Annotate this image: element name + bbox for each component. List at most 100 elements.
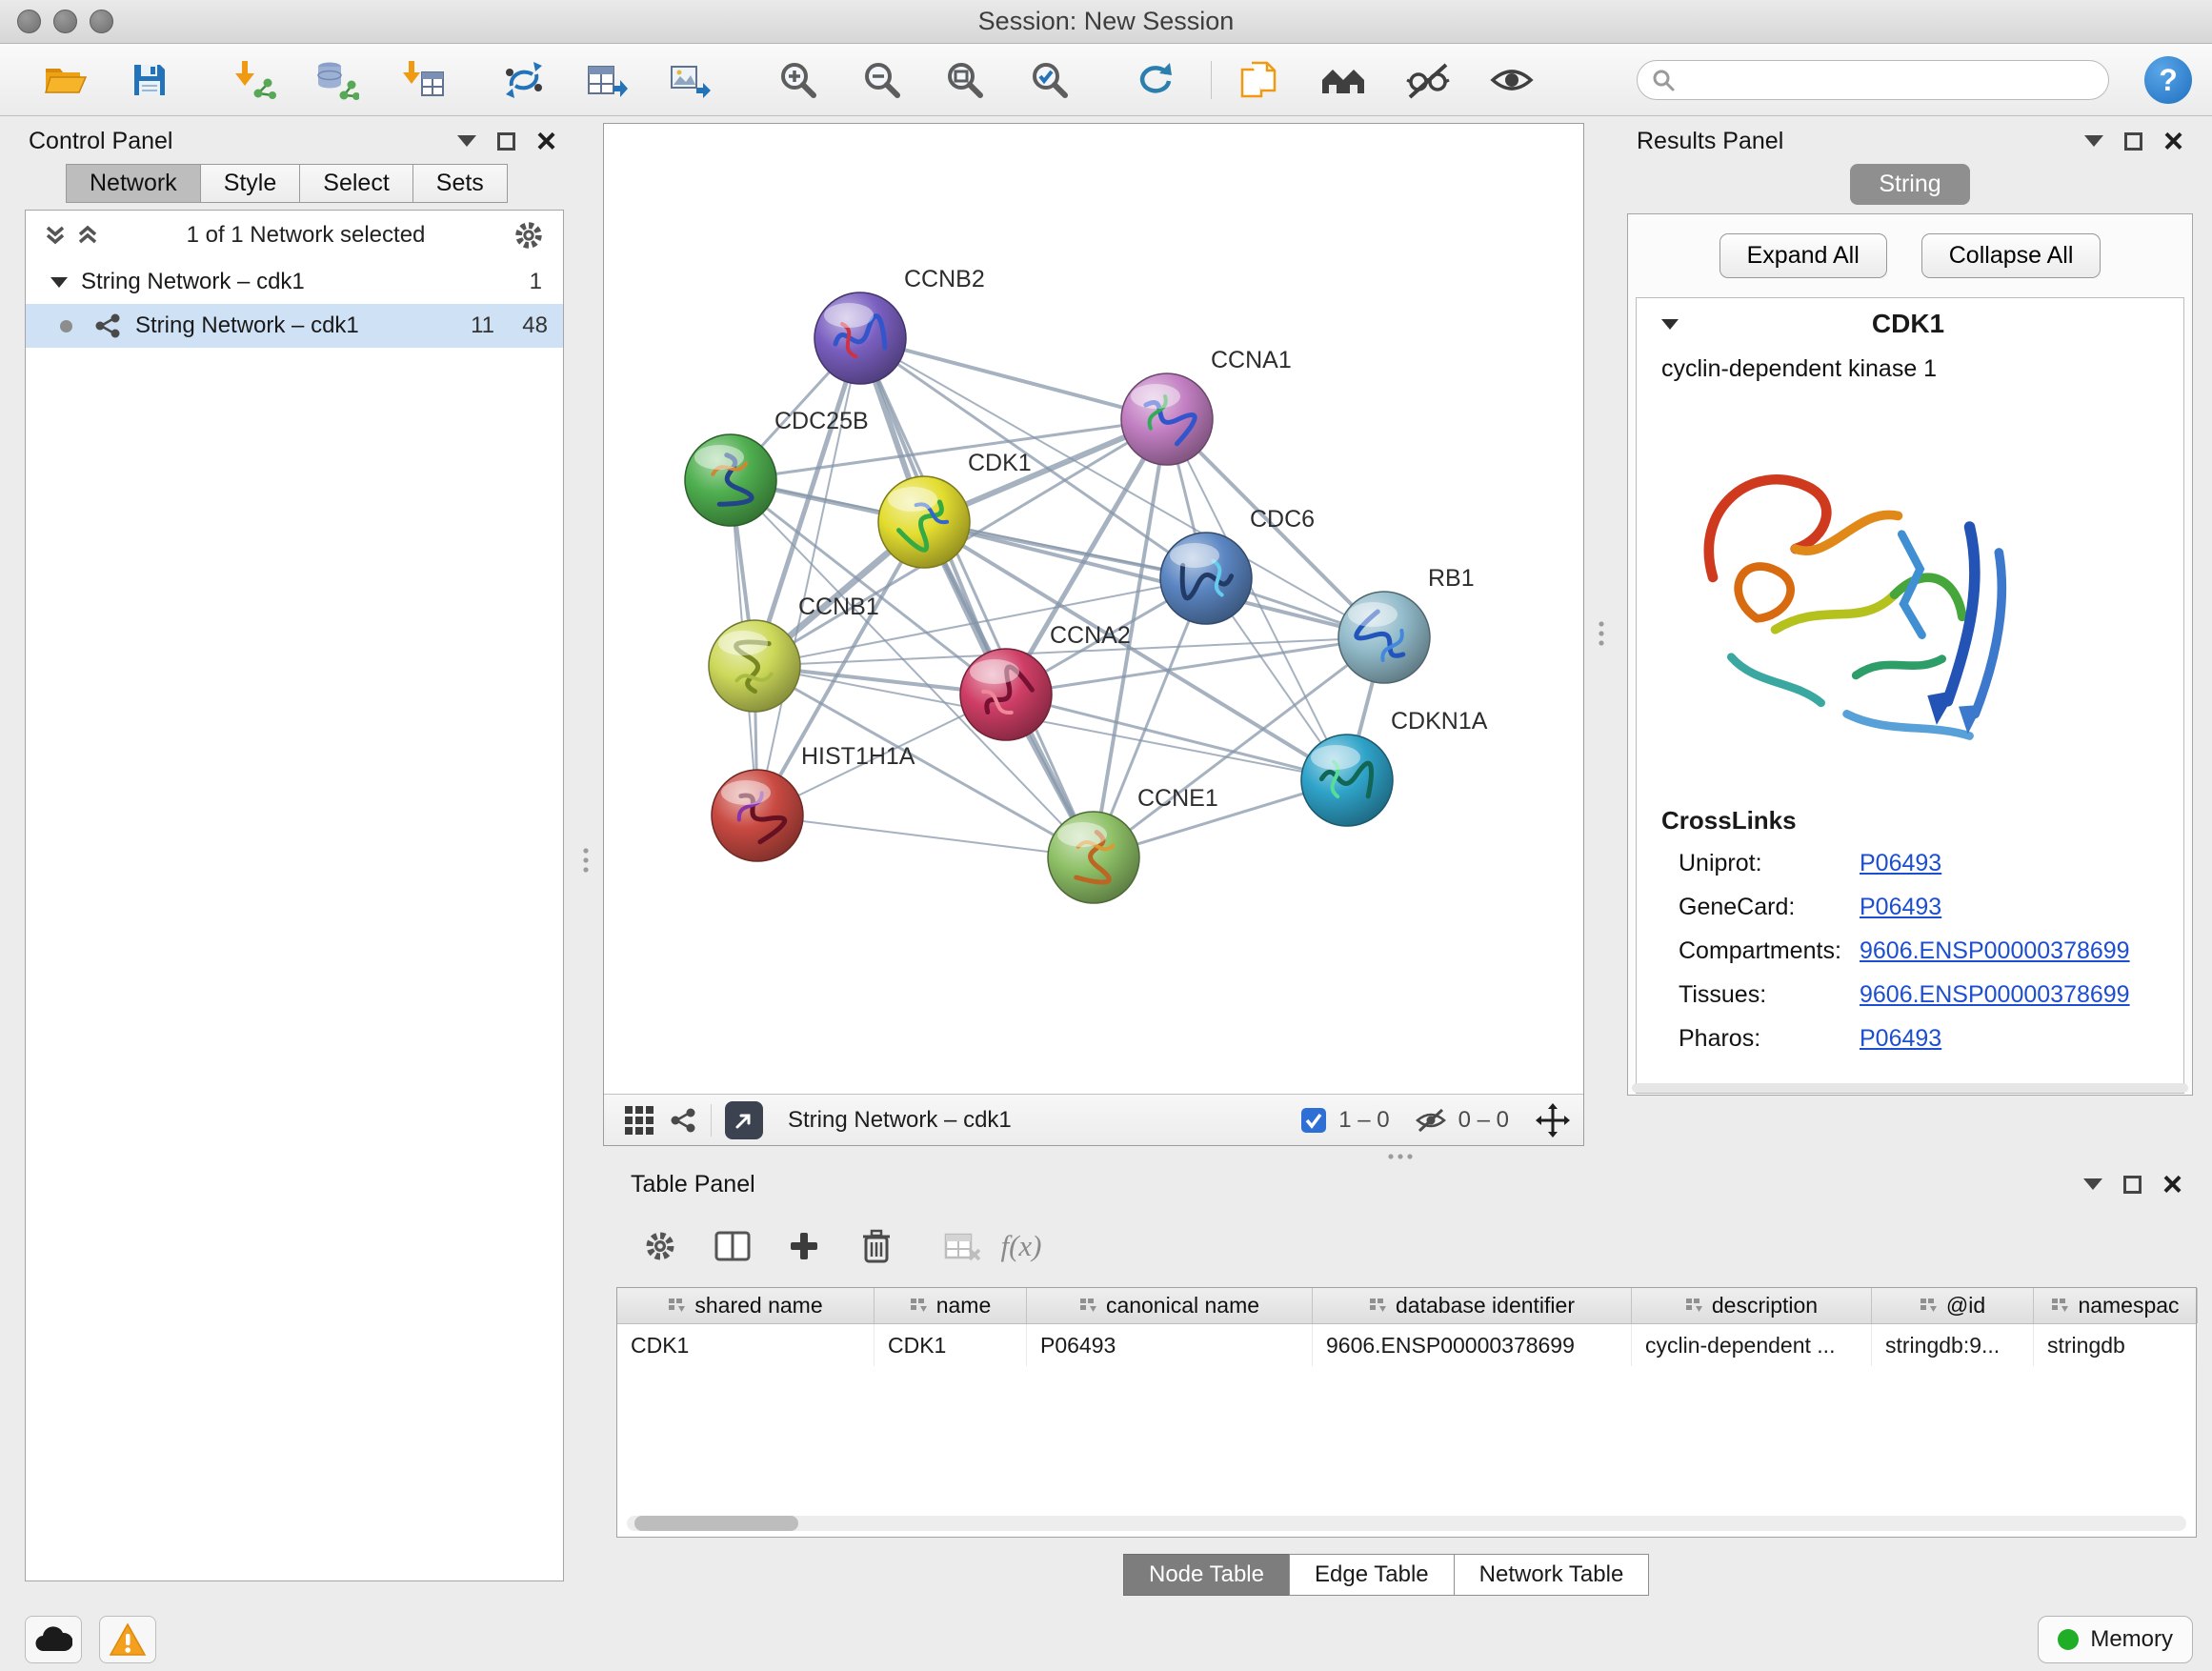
- table-cell[interactable]: CDK1: [875, 1324, 1027, 1366]
- close-panel-icon[interactable]: [536, 128, 556, 154]
- expand-all-button[interactable]: Expand All: [1719, 233, 1887, 278]
- network-node-ccna1[interactable]: [1121, 373, 1213, 465]
- table-horizontal-scrollbar[interactable]: [627, 1516, 2186, 1531]
- warnings-button[interactable]: [99, 1616, 156, 1663]
- table-cell[interactable]: stringdb:9...: [1872, 1324, 2034, 1366]
- hidden-eye-slash-icon[interactable]: [1415, 1107, 1447, 1134]
- table-cell[interactable]: P06493: [1027, 1324, 1313, 1366]
- results-scrollbar[interactable]: [1632, 1083, 2188, 1093]
- save-session-button[interactable]: [125, 55, 174, 105]
- network-node-cdc6[interactable]: [1160, 533, 1252, 624]
- network-canvas-svg[interactable]: CCNB2CCNA1CDC25BCDK1CDC6RB1CCNB1CCNA2CDK…: [604, 124, 1583, 1094]
- function-builder-button[interactable]: f(x): [997, 1222, 1045, 1270]
- delete-table-button-disabled[interactable]: [938, 1222, 986, 1270]
- column-header[interactable]: canonical name: [1027, 1288, 1313, 1323]
- open-session-button[interactable]: [40, 55, 90, 105]
- show-columns-button[interactable]: [709, 1222, 756, 1270]
- duplicate-session-button[interactable]: [1234, 55, 1283, 105]
- float-panel-icon[interactable]: [497, 132, 515, 151]
- gene-section-header[interactable]: CDK1: [1637, 298, 2183, 350]
- network-node-ccne1[interactable]: [1048, 812, 1139, 903]
- export-image-button[interactable]: [665, 55, 714, 105]
- network-edge[interactable]: [757, 815, 1094, 857]
- table-settings-button[interactable]: [636, 1222, 684, 1270]
- export-table-button[interactable]: [582, 55, 632, 105]
- cloud-status-button[interactable]: [25, 1616, 82, 1663]
- zoom-fit-button[interactable]: [940, 55, 990, 105]
- tab-select[interactable]: Select: [299, 164, 412, 203]
- import-network-database-button[interactable]: [312, 55, 362, 105]
- selected-checkbox-icon[interactable]: [1300, 1107, 1327, 1134]
- collapse-panel-icon[interactable]: [2083, 1178, 2102, 1190]
- collapse-all-button[interactable]: Collapse All: [1921, 233, 2101, 278]
- tab-node-table[interactable]: Node Table: [1123, 1554, 1290, 1596]
- show-homology-button[interactable]: [1318, 55, 1368, 105]
- network-node-hist1h1a[interactable]: [712, 770, 803, 861]
- crosslink-link[interactable]: P06493: [1860, 1025, 1941, 1053]
- import-network-file-button[interactable]: [231, 55, 280, 105]
- network-collection-row[interactable]: String Network – cdk1 1: [26, 260, 563, 304]
- scrollbar-thumb[interactable]: [634, 1516, 798, 1531]
- network-node-rb1[interactable]: [1338, 592, 1430, 683]
- tree-expand-caret-icon[interactable]: [50, 277, 68, 288]
- toggle-glass-effect-button[interactable]: [1403, 55, 1453, 105]
- search-box[interactable]: [1637, 60, 2109, 100]
- table-cell[interactable]: 9606.ENSP00000378699: [1313, 1324, 1632, 1366]
- tab-string[interactable]: String: [1850, 164, 1969, 205]
- open-in-new-window-button[interactable]: [725, 1101, 763, 1139]
- crosslink-link[interactable]: P06493: [1860, 894, 1941, 921]
- column-header[interactable]: database identifier: [1313, 1288, 1632, 1323]
- float-panel-icon[interactable]: [2124, 132, 2142, 151]
- zoom-out-button[interactable]: [857, 55, 907, 105]
- tab-network-table[interactable]: Network Table: [1454, 1554, 1650, 1596]
- column-header[interactable]: namespac: [2034, 1288, 2198, 1323]
- network-node-cdkn1a[interactable]: [1301, 735, 1393, 826]
- column-header[interactable]: shared name: [617, 1288, 875, 1323]
- network-node-cdk1[interactable]: [878, 476, 970, 568]
- zoom-in-button[interactable]: [774, 55, 823, 105]
- panel-resize-grip[interactable]: [1386, 1152, 1415, 1161]
- help-button[interactable]: ?: [2144, 56, 2192, 104]
- column-header[interactable]: @id: [1872, 1288, 2034, 1323]
- network-edge[interactable]: [860, 338, 1094, 857]
- create-column-button[interactable]: [780, 1222, 828, 1270]
- memory-button[interactable]: Memory: [2038, 1616, 2193, 1663]
- collapse-all-icon[interactable]: [43, 223, 68, 248]
- pan-crosshair-icon[interactable]: [1536, 1103, 1570, 1137]
- column-header[interactable]: description: [1632, 1288, 1872, 1323]
- delete-column-button[interactable]: [853, 1222, 900, 1270]
- network-node-ccnb1[interactable]: [709, 620, 800, 712]
- close-panel-icon[interactable]: [2163, 128, 2183, 154]
- collapse-panel-icon[interactable]: [457, 135, 476, 147]
- tab-style[interactable]: Style: [200, 164, 301, 203]
- network-canvas[interactable]: CCNB2CCNA1CDC25BCDK1CDC6RB1CCNB1CCNA2CDK…: [604, 124, 1583, 1094]
- crosslink-link[interactable]: 9606.ENSP00000378699: [1860, 937, 2130, 965]
- tab-sets[interactable]: Sets: [412, 164, 508, 203]
- gear-icon[interactable]: [512, 218, 546, 252]
- search-input[interactable]: [1683, 67, 2095, 93]
- clone-network-button[interactable]: [499, 55, 549, 105]
- crosslink-link[interactable]: 9606.ENSP00000378699: [1860, 981, 2130, 1009]
- tab-network[interactable]: Network: [66, 164, 201, 203]
- network-row-selected[interactable]: String Network – cdk1 11 48: [26, 304, 563, 348]
- zoom-selected-button[interactable]: [1025, 55, 1075, 105]
- network-node-cdc25b[interactable]: [685, 434, 776, 526]
- toggle-structure-images-button[interactable]: [1487, 55, 1537, 105]
- network-edge[interactable]: [860, 338, 1167, 419]
- table-cell[interactable]: stringdb: [2034, 1324, 2198, 1366]
- refresh-layout-button[interactable]: [1131, 55, 1180, 105]
- table-cell[interactable]: CDK1: [617, 1324, 875, 1366]
- share-network-icon[interactable]: [669, 1106, 697, 1135]
- section-caret-icon[interactable]: [1661, 319, 1679, 330]
- panel-resize-grip[interactable]: [581, 846, 591, 875]
- tab-edge-table[interactable]: Edge Table: [1289, 1554, 1455, 1596]
- table-cell[interactable]: cyclin-dependent ...: [1632, 1324, 1872, 1366]
- network-node-ccnb2[interactable]: [814, 292, 906, 384]
- panel-resize-grip[interactable]: [1597, 619, 1606, 648]
- birds-eye-grid-icon[interactable]: [623, 1104, 655, 1137]
- column-header[interactable]: name: [875, 1288, 1027, 1323]
- close-panel-icon[interactable]: [2162, 1171, 2182, 1198]
- expand-all-icon[interactable]: [75, 223, 100, 248]
- collapse-panel-icon[interactable]: [2084, 135, 2103, 147]
- network-node-ccna2[interactable]: [960, 649, 1052, 740]
